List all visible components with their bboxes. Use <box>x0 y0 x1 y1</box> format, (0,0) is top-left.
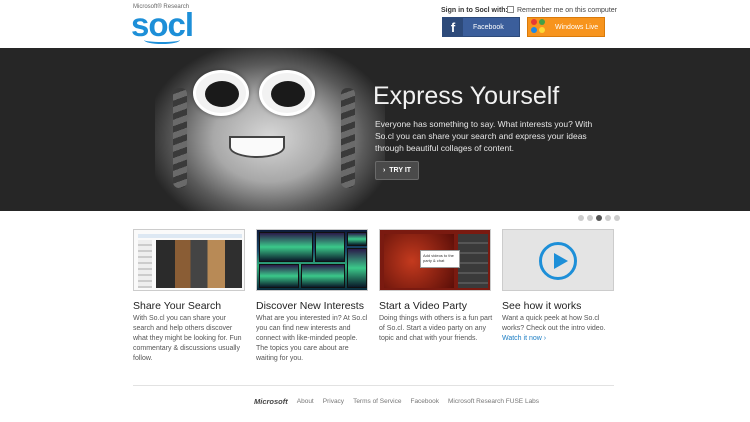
braid-right <box>341 88 355 188</box>
feature-description: With So.cl you can share your search and… <box>133 315 242 362</box>
aurora-tile <box>301 264 345 288</box>
sunglasses-left-lens <box>193 70 249 116</box>
remember-me-checkbox[interactable] <box>507 6 514 13</box>
feature-description: Doing things with others is a fun part o… <box>379 315 493 342</box>
try-it-button[interactable]: › TRY IT <box>375 161 419 180</box>
windows-live-signin-button[interactable]: Windows Live <box>527 17 605 37</box>
feature-description-text: Want a quick peek at how So.cl works? Ch… <box>502 315 606 332</box>
feature-title[interactable]: Start a Video Party <box>379 300 499 312</box>
footer-link-fuse-labs[interactable]: Microsoft Research FUSE Labs <box>448 398 539 405</box>
chevron-right-icon: › <box>382 167 386 174</box>
footer-divider <box>133 385 614 386</box>
video-party-tooltip: Add videos to the party & chat <box>420 250 460 268</box>
share-search-thumbnail[interactable] <box>133 229 245 291</box>
smile <box>229 136 285 158</box>
sunglasses-right-lens <box>259 70 315 116</box>
carousel-dot-active[interactable] <box>596 215 602 221</box>
aurora-tile <box>259 232 313 262</box>
windows-live-icon <box>531 19 547 35</box>
facebook-icon: f <box>443 18 463 36</box>
carousel-dots <box>578 215 620 221</box>
discover-interests-thumbnail[interactable] <box>256 229 368 291</box>
intro-video-thumbnail[interactable] <box>502 229 614 291</box>
aurora-tile <box>315 232 345 262</box>
aurora-tile <box>347 248 367 288</box>
braid-left <box>173 88 187 188</box>
carousel-dot[interactable] <box>605 215 611 221</box>
feature-description: What are you interested in? At So.cl you… <box>256 315 368 362</box>
video-party-thumbnail[interactable]: Add videos to the party & chat <box>379 229 491 291</box>
aurora-tile <box>259 264 299 288</box>
logo-smile-icon <box>144 36 180 44</box>
carousel-dot[interactable] <box>614 215 620 221</box>
remember-me-label[interactable]: Remember me on this computer <box>517 7 617 14</box>
thumb-toolbar <box>138 234 242 238</box>
carousel-dot[interactable] <box>587 215 593 221</box>
thumb-sidebar <box>138 240 152 288</box>
hero-description: Everyone has something to say. What inte… <box>375 119 593 153</box>
footer-link-privacy[interactable]: Privacy <box>323 398 344 405</box>
aurora-tile <box>347 232 367 246</box>
footer-link-about[interactable]: About <box>297 398 314 405</box>
video-list <box>458 234 488 288</box>
thumb-collage <box>156 240 242 288</box>
feature-title[interactable]: Discover New Interests <box>256 300 376 312</box>
facebook-button-label: Facebook <box>473 23 504 31</box>
facebook-signin-button[interactable]: f Facebook <box>442 17 520 37</box>
footer-link-facebook[interactable]: Facebook <box>410 398 439 405</box>
carousel-dot[interactable] <box>578 215 584 221</box>
feature-title[interactable]: Share Your Search <box>133 300 253 312</box>
hero-photo-girl-sunglasses <box>155 48 385 211</box>
try-it-label: TRY IT <box>389 167 412 174</box>
hero-title: Express Yourself <box>373 82 560 110</box>
footer-link-terms[interactable]: Terms of Service <box>353 398 401 405</box>
microsoft-logo[interactable]: Microsoft <box>254 397 288 406</box>
watch-it-now-link[interactable]: Watch it now › <box>502 335 546 342</box>
footer: Microsoft About Privacy Terms of Service… <box>254 397 539 406</box>
play-icon[interactable] <box>539 242 577 280</box>
feature-title[interactable]: See how it works <box>502 300 622 312</box>
header: Microsoft® Research socl Sign in to Socl… <box>0 0 750 48</box>
hero-banner: Express Yourself Everyone has something … <box>0 48 750 211</box>
windows-live-button-label: Windows Live <box>555 23 599 31</box>
signin-label: Sign in to Socl with: <box>441 7 508 14</box>
feature-description: Want a quick peek at how So.cl works? Ch… <box>502 314 616 344</box>
